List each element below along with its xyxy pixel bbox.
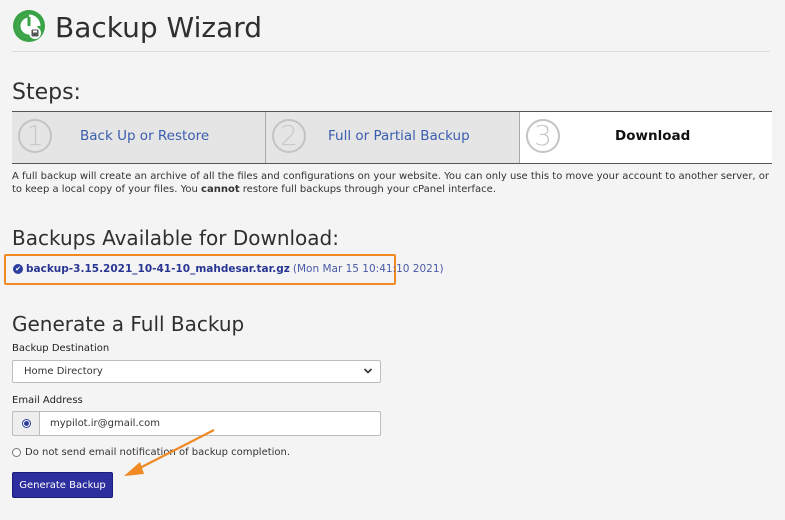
annotation-arrow-icon bbox=[124, 429, 215, 476]
step-label-2[interactable]: Full or Partial Backup bbox=[328, 128, 470, 144]
backup-destination-label: Backup Destination bbox=[12, 343, 110, 354]
step-number-3: 3 bbox=[526, 119, 560, 153]
description-emphasis: cannot bbox=[201, 184, 240, 195]
backup-wizard-logo-icon bbox=[13, 10, 45, 42]
step-label-1[interactable]: Back Up or Restore bbox=[80, 128, 209, 144]
radio-selected-icon bbox=[21, 419, 31, 428]
full-backup-description: A full backup will create an archive of … bbox=[12, 170, 772, 196]
backup-list-item: ✔ backup-3.15.2021_10-41-10_mahdesar.tar… bbox=[13, 263, 444, 275]
check-circle-icon: ✔ bbox=[13, 264, 23, 274]
step-number-2: 2 bbox=[272, 119, 306, 153]
steps-heading: Steps: bbox=[12, 80, 81, 105]
backups-available-heading: Backups Available for Download: bbox=[12, 226, 339, 250]
header-divider bbox=[12, 51, 770, 52]
no-notification-radio[interactable] bbox=[12, 448, 21, 457]
backup-destination-value: Home Directory bbox=[24, 366, 103, 377]
email-notify-radio[interactable] bbox=[12, 411, 39, 436]
backup-date: (Mon Mar 15 10:41:10 2021) bbox=[292, 263, 444, 275]
step-label-3: Download bbox=[615, 128, 691, 144]
description-text-2: restore full backups through your cPanel… bbox=[239, 184, 496, 195]
chevron-down-icon bbox=[363, 368, 373, 374]
generate-backup-button[interactable]: Generate Backup bbox=[12, 472, 113, 498]
backup-destination-select[interactable]: Home Directory bbox=[12, 360, 381, 383]
backup-download-link[interactable]: backup-3.15.2021_10-41-10_mahdesar.tar.g… bbox=[26, 263, 290, 275]
page-title: Backup Wizard bbox=[55, 11, 263, 44]
step-back-up-or-restore[interactable]: 1 Back Up or Restore bbox=[12, 112, 266, 163]
email-address-label: Email Address bbox=[12, 395, 83, 406]
step-number-1: 1 bbox=[18, 119, 52, 153]
generate-backup-heading: Generate a Full Backup bbox=[12, 312, 245, 336]
step-bar: 1 Back Up or Restore 2 Full or Partial B… bbox=[12, 111, 772, 164]
step-full-or-partial-backup[interactable]: 2 Full or Partial Backup bbox=[266, 112, 520, 163]
step-download: 3 Download bbox=[520, 112, 772, 163]
